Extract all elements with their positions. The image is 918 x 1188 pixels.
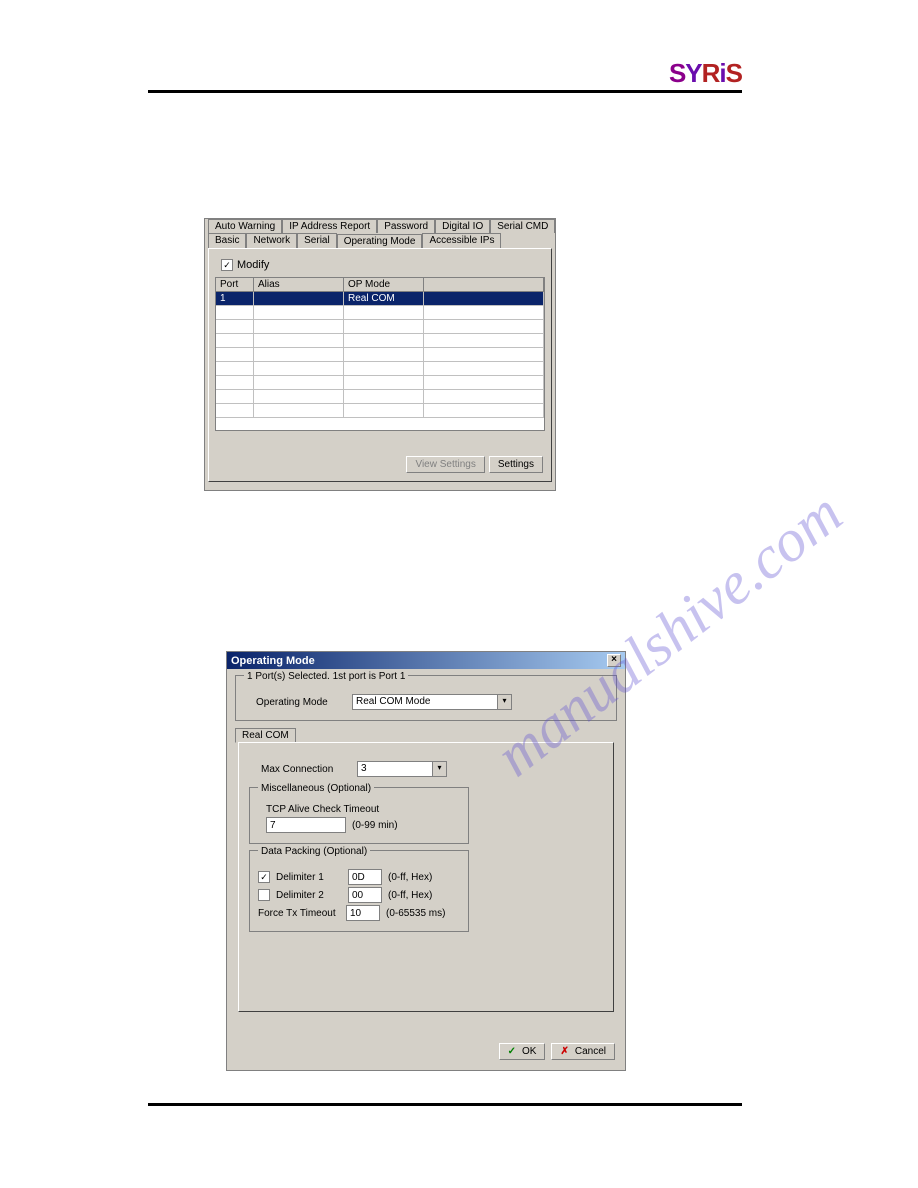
table-row [216, 334, 544, 348]
tab-network[interactable]: Network [246, 233, 297, 248]
force-tx-label: Force Tx Timeout [258, 908, 340, 919]
modify-checkbox[interactable]: ✓ [221, 259, 233, 271]
table-row[interactable]: 1 Real COM Mode [216, 292, 544, 306]
data-packing-legend: Data Packing (Optional) [258, 846, 370, 857]
table-row [216, 320, 544, 334]
divider-top [148, 90, 742, 93]
delimiter2-input[interactable]: 00 [348, 887, 382, 903]
col-header-port[interactable]: Port [216, 278, 254, 292]
table-row [216, 390, 544, 404]
max-connection-select[interactable]: 3 ▾ [357, 761, 447, 777]
table-row [216, 306, 544, 320]
port-summary-label: 1 Port(s) Selected. 1st port is Port 1 [244, 671, 408, 682]
force-tx-hint: (0-65535 ms) [386, 908, 445, 919]
tab-body: ✓ Modify Port Alias OP Mode 1 Real COM M… [208, 248, 552, 482]
max-connection-label: Max Connection [261, 764, 351, 775]
operating-mode-label: Operating Mode [256, 697, 346, 708]
operating-mode-tab-panel: Auto Warning IP Address Report Password … [204, 218, 556, 491]
tab-digital-io[interactable]: Digital IO [435, 219, 490, 233]
delimiter1-input[interactable]: 0D [348, 869, 382, 885]
cell-op-mode: Real COM Mode [344, 292, 424, 306]
table-row [216, 376, 544, 390]
col-header-alias[interactable]: Alias [254, 278, 344, 292]
modify-label: Modify [237, 259, 269, 271]
delimiter2-checkbox[interactable] [258, 889, 270, 901]
tab-ip-address-report[interactable]: IP Address Report [282, 219, 377, 233]
tab-accessible-ips[interactable]: Accessible IPs [422, 233, 501, 248]
cell-rest [424, 292, 544, 306]
operating-mode-dialog: Operating Mode × 1 Port(s) Selected. 1st… [226, 651, 626, 1071]
ok-button[interactable]: OK [499, 1043, 546, 1060]
titlebar: Operating Mode × [227, 652, 625, 669]
misc-group: Miscellaneous (Optional) TCP Alive Check… [249, 787, 469, 844]
tcp-alive-label: TCP Alive Check Timeout [266, 804, 460, 815]
tab-real-com[interactable]: Real COM [235, 728, 296, 743]
tcp-alive-hint: (0-99 min) [352, 820, 398, 831]
cell-port: 1 [216, 292, 254, 306]
misc-legend: Miscellaneous (Optional) [258, 783, 374, 794]
cell-alias [254, 292, 344, 306]
delimiter2-label: Delimiter 2 [276, 890, 342, 901]
col-header-op-mode[interactable]: OP Mode [344, 278, 424, 292]
tab-basic[interactable]: Basic [208, 233, 246, 248]
dialog-title: Operating Mode [231, 655, 315, 667]
tab-auto-warning[interactable]: Auto Warning [208, 219, 282, 233]
port-table[interactable]: Port Alias OP Mode 1 Real COM Mode [215, 277, 545, 431]
force-tx-input[interactable]: 10 [346, 905, 380, 921]
tab-password[interactable]: Password [377, 219, 435, 233]
tabs-row-1: Auto Warning IP Address Report Password … [205, 219, 555, 233]
port-selection-group: 1 Port(s) Selected. 1st port is Port 1 O… [235, 675, 617, 721]
table-row [216, 362, 544, 376]
table-row [216, 348, 544, 362]
settings-button[interactable]: Settings [489, 456, 543, 473]
tabs-row-2: Basic Network Serial Operating Mode Acce… [205, 233, 555, 248]
delimiter1-hint: (0-ff, Hex) [388, 872, 432, 883]
delimiter1-checkbox[interactable]: ✓ [258, 871, 270, 883]
table-header: Port Alias OP Mode [216, 278, 544, 292]
tab-operating-mode[interactable]: Operating Mode [337, 234, 423, 249]
tcp-alive-input[interactable]: 7 [266, 817, 346, 833]
divider-bottom [148, 1103, 742, 1106]
chevron-down-icon: ▾ [432, 762, 446, 776]
col-header-rest [424, 278, 544, 292]
real-com-tab-body: Max Connection 3 ▾ Miscellaneous (Option… [238, 742, 614, 1012]
tab-serial-cmd[interactable]: Serial CMD [490, 219, 555, 233]
cancel-button[interactable]: Cancel [551, 1043, 615, 1060]
brand-logo: SYRiS [669, 58, 742, 89]
delimiter2-hint: (0-ff, Hex) [388, 890, 432, 901]
delimiter1-label: Delimiter 1 [276, 872, 342, 883]
data-packing-group: Data Packing (Optional) ✓ Delimiter 1 0D… [249, 850, 469, 932]
table-row [216, 404, 544, 418]
chevron-down-icon: ▾ [497, 695, 511, 709]
tab-serial[interactable]: Serial [297, 233, 337, 248]
view-settings-button: View Settings [406, 456, 484, 473]
operating-mode-select[interactable]: Real COM Mode ▾ [352, 694, 512, 710]
close-button[interactable]: × [607, 654, 621, 667]
